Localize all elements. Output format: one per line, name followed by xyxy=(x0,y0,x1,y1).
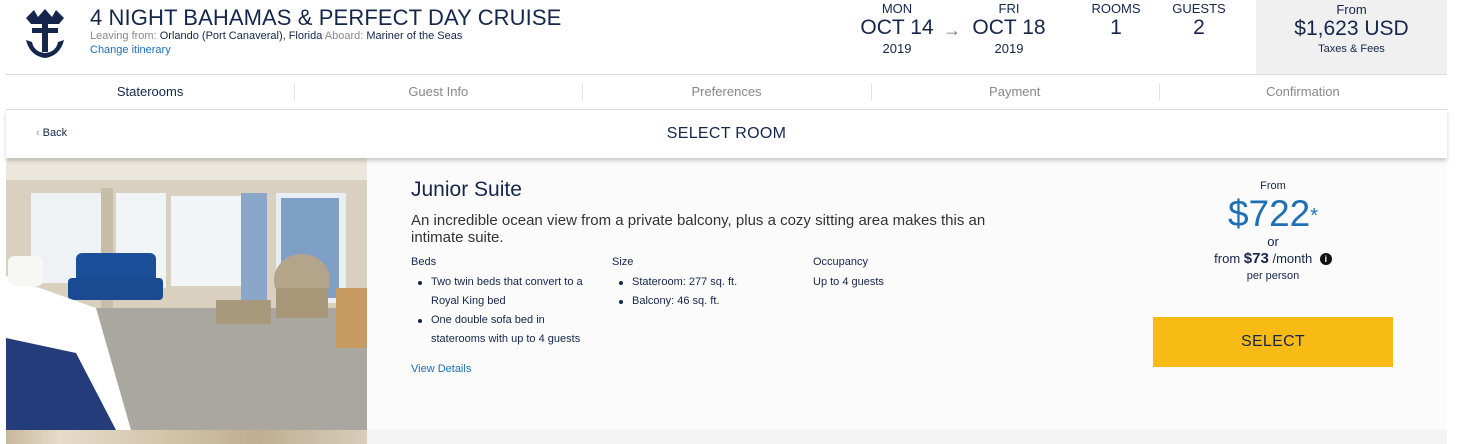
occupancy-label: Occupancy xyxy=(813,256,869,268)
total-price-note: Taxes & Fees xyxy=(1318,43,1385,55)
step-guest-info[interactable]: Guest Info xyxy=(294,75,582,109)
leaving-port: Orlando (Port Canaveral), Florida xyxy=(159,30,323,42)
room-price-from: From xyxy=(1260,180,1286,192)
depart-date: MON OCT 14 2019 xyxy=(852,2,942,58)
return-date: FRI OCT 18 2019 xyxy=(964,2,1054,58)
room-price-amount: $722 xyxy=(1227,193,1311,234)
page-title: SELECT ROOM xyxy=(666,125,787,142)
itinerary-details: Leaving from: Orlando (Port Canaveral), … xyxy=(90,30,462,42)
ship-name: Mariner of the Seas xyxy=(366,30,463,42)
size-item: Stateroom: 277 sq. ft. xyxy=(612,273,792,292)
bed-item: Two twin beds that convert to a Royal Ki… xyxy=(411,273,601,311)
crown-anchor-logo xyxy=(26,9,64,58)
cruise-title: 4 NIGHT BAHAMAS & PERFECT DAY CRUISE xyxy=(90,5,562,30)
room-photo[interactable] xyxy=(6,158,367,430)
total-price-amount: $1,623 USD xyxy=(1294,17,1409,40)
arrow-right-icon: → xyxy=(943,20,961,40)
next-room-photo[interactable] xyxy=(6,430,367,444)
price-asterisk: * xyxy=(1310,205,1319,227)
change-itinerary-link[interactable]: Change itinerary xyxy=(90,44,171,56)
monthly-amount: $73 xyxy=(1243,250,1269,267)
per-person-label: per person xyxy=(1246,270,1300,282)
step-payment[interactable]: Payment xyxy=(870,75,1159,109)
booking-steps: Staterooms Guest Info Preferences Paymen… xyxy=(6,74,1447,110)
beds-column: Beds Two twin beds that convert to a Roy… xyxy=(411,256,601,349)
rooms-label: ROOMS xyxy=(1091,1,1141,16)
bed-item: One double sofa bed in staterooms with u… xyxy=(411,311,601,349)
beds-label: Beds xyxy=(411,256,437,268)
guests-value: 2 xyxy=(1193,16,1205,39)
depart-year: 2019 xyxy=(882,41,912,56)
price-or: or xyxy=(1267,234,1279,249)
size-item: Balcony: 46 sq. ft. xyxy=(612,292,792,311)
step-preferences[interactable]: Preferences xyxy=(582,75,870,109)
total-price-box: From $1,623 USD Taxes & Fees xyxy=(1256,0,1447,74)
rooms-value: 1 xyxy=(1110,16,1122,39)
aboard-label: Aboard: xyxy=(324,30,364,42)
depart-month-day: OCT 14 xyxy=(860,16,934,39)
rooms-count: ROOMS 1 xyxy=(1081,2,1151,40)
cruise-header: 4 NIGHT BAHAMAS & PERFECT DAY CRUISE Lea… xyxy=(0,0,1477,74)
view-details-link[interactable]: View Details xyxy=(411,363,471,375)
occupancy-column: Occupancy Up to 4 guests xyxy=(813,256,993,292)
monthly-prefix: from xyxy=(1214,251,1241,266)
monthly-price: from $73 /month i xyxy=(1153,249,1393,269)
select-room-bar: ‹ Back SELECT ROOM xyxy=(6,110,1447,158)
return-day: FRI xyxy=(998,1,1020,16)
return-year: 2019 xyxy=(994,41,1024,56)
room-price: $722* xyxy=(1153,194,1393,234)
depart-day: MON xyxy=(881,1,913,16)
room-pricing: From $722* or from $73 /month i per pers… xyxy=(1153,180,1393,284)
monthly-suffix: /month xyxy=(1272,251,1313,266)
info-icon[interactable]: i xyxy=(1319,253,1332,265)
size-label: Size xyxy=(612,256,634,268)
step-staterooms[interactable]: Staterooms xyxy=(6,75,294,109)
next-room-card xyxy=(6,430,1447,444)
total-price-from: From xyxy=(1336,2,1367,17)
select-button[interactable]: SELECT xyxy=(1153,317,1393,367)
room-description: An incredible ocean view from a private … xyxy=(411,212,986,246)
occupancy-value: Up to 4 guests xyxy=(813,276,884,288)
room-card: Junior Suite An incredible ocean view fr… xyxy=(6,158,1447,430)
room-name: Junior Suite xyxy=(411,178,522,201)
guests-label: GUESTS xyxy=(1172,1,1226,16)
return-month-day: OCT 18 xyxy=(972,16,1046,39)
size-column: Size Stateroom: 277 sq. ft. Balcony: 46 … xyxy=(612,256,792,311)
step-confirmation[interactable]: Confirmation xyxy=(1158,75,1447,109)
leaving-label: Leaving from: xyxy=(90,30,157,42)
guests-count: GUESTS 2 xyxy=(1164,2,1234,40)
